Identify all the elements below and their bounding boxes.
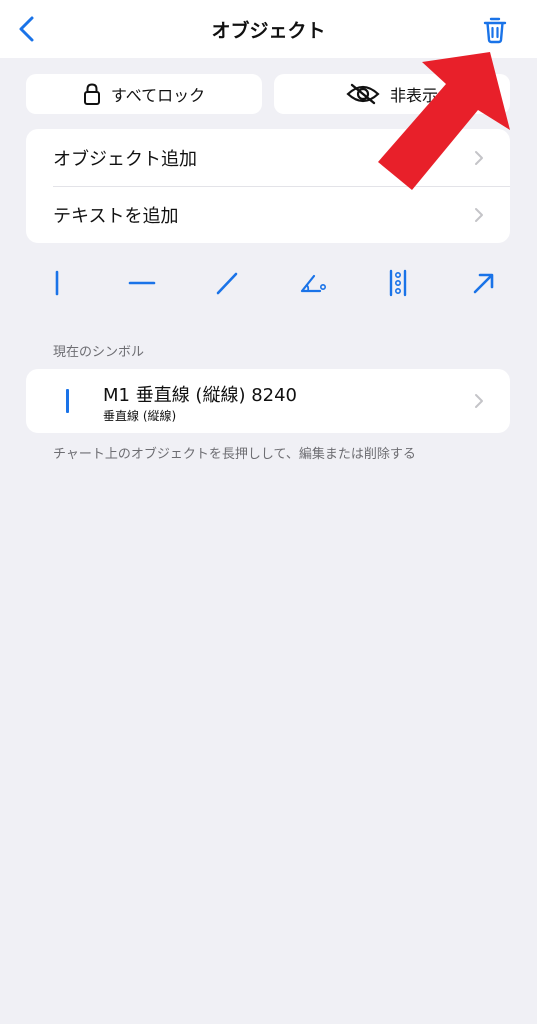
add-object-label: オブジェクト追加 xyxy=(53,148,197,170)
footer-note: チャート上のオブジェクトを長押しして、編集または削除する xyxy=(53,447,416,462)
horizontal-line-icon xyxy=(128,281,156,285)
arrow-tool[interactable] xyxy=(466,266,500,300)
lock-icon xyxy=(83,83,100,105)
angle-icon xyxy=(300,274,326,293)
current-symbols-header: 現在のシンボル xyxy=(53,345,145,360)
drawing-tools xyxy=(40,266,500,300)
lock-all-label: すべてロック xyxy=(110,86,206,105)
symbol-row[interactable]: M1 垂直線 (縦線) 8240 垂直線 (縦線) xyxy=(26,369,510,433)
arrow-icon xyxy=(473,273,494,294)
horizontal-line-tool[interactable] xyxy=(125,266,159,300)
vertical-line-icon xyxy=(66,389,69,413)
vertical-line-tool[interactable] xyxy=(40,266,74,300)
symbol-title: M1 垂直線 (縦線) 8240 xyxy=(103,385,298,406)
annotation-arrow-icon xyxy=(378,52,510,190)
dotted-vertical-tool[interactable] xyxy=(381,266,415,300)
vertical-line-icon xyxy=(55,270,59,296)
chevron-right-icon xyxy=(475,394,483,408)
trend-line-tool[interactable] xyxy=(210,266,244,300)
symbol-subtitle: 垂直線 (縦線) xyxy=(103,409,177,423)
trend-line-icon xyxy=(217,272,238,295)
angle-tool[interactable] xyxy=(296,266,330,300)
chevron-right-icon xyxy=(475,207,483,222)
dotted-vertical-icon xyxy=(389,269,406,297)
page-title: オブジェクト xyxy=(211,20,326,42)
lock-all-button[interactable]: すべてロック xyxy=(26,74,262,114)
add-text-label: テキストを追加 xyxy=(53,205,179,227)
